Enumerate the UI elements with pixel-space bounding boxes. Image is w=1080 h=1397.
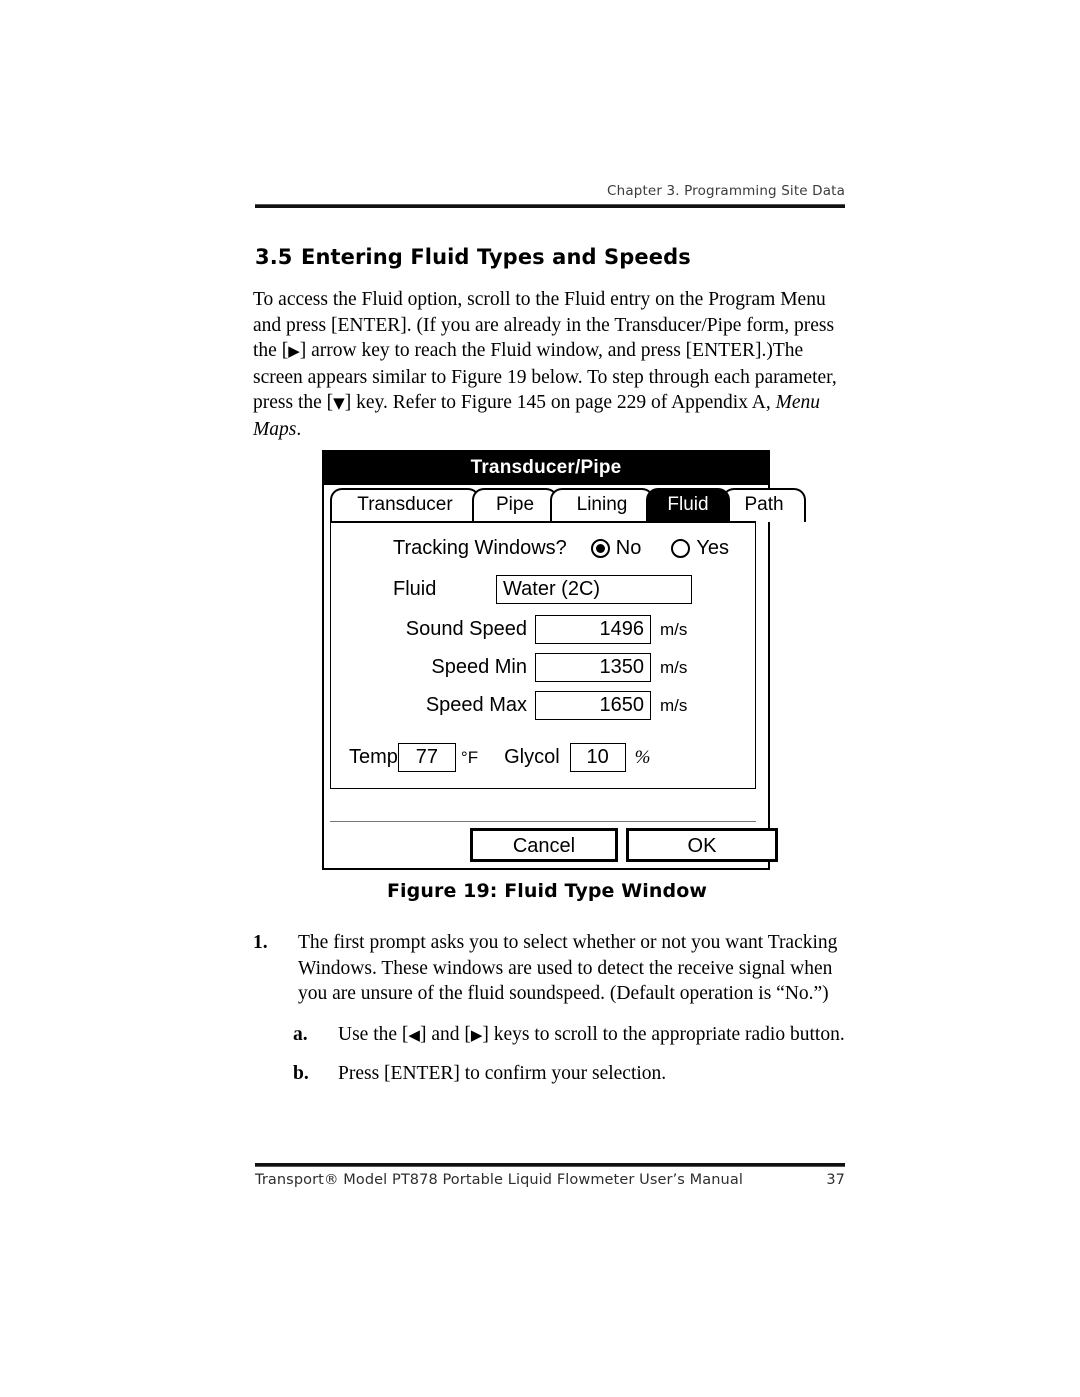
figure-caption: Figure 19: Fluid Type Window [386,880,708,902]
sound-speed-label: Sound Speed [405,618,527,640]
cancel-button[interactable]: Cancel [470,828,618,862]
speed-min-input[interactable]: 1350 [535,653,651,682]
fluid-label: Fluid [393,578,437,600]
sound-speed-row: Sound Speed 1496 m/s [361,615,687,644]
ok-button[interactable]: OK [626,828,778,862]
intro-part-3: ] key. Refer to Figure 145 on page 229 o… [344,392,776,414]
speed-max-label: Speed Max [425,694,527,716]
speed-min-unit: m/s [660,657,688,677]
radio-no-label: No [615,537,642,559]
radio-empty-icon [671,539,691,558]
tracking-windows-radio-yes[interactable]: Yes [671,537,729,560]
speed-max-unit: m/s [660,695,688,715]
tracking-windows-row: Tracking Windows? No Yes [393,537,729,560]
page-number: 37 [826,1172,845,1188]
substep-b: b. Press [ENTER] to confirm your selecti… [293,1061,853,1087]
tab-lining[interactable]: Lining [550,488,654,522]
temp-glycol-row: Temp 77 °F Glycol 10 % [349,743,651,772]
substep-a-text-before: Use the [ [338,1023,409,1045]
fluid-input[interactable]: Water (2C) [496,575,692,604]
section-heading: 3.5 Entering Fluid Types and Speeds [255,245,691,269]
figure-19: Transducer/Pipe Transducer Pipe Lining F… [322,450,806,902]
substep-a: a. Use the [ ] and [ ] keys to scroll to t… [293,1022,853,1049]
manual-title: Transport® Model PT878 Portable Liquid F… [255,1172,743,1188]
step-1: 1. The first prompt asks you to select w… [253,930,853,1007]
page-footer: Transport® Model PT878 Portable Liquid F… [255,1163,845,1188]
tab-fluid[interactable]: Fluid [646,488,730,522]
document-page: Chapter 3. Programming Site Data 3.5 Ente… [0,0,1080,1397]
arrow-right-icon-2 [471,1025,483,1045]
sound-speed-input[interactable]: 1496 [535,615,651,644]
tab-transducer[interactable]: Transducer [330,488,480,522]
sound-speed-unit: m/s [660,619,688,639]
transducer-pipe-dialog: Transducer/Pipe Transducer Pipe Lining F… [322,450,806,870]
speed-max-row: Speed Max 1650 m/s [361,691,687,720]
running-head: Chapter 3. Programming Site Data [607,183,845,199]
page-header: Chapter 3. Programming Site Data [255,183,845,208]
temp-label: Temp [349,746,398,768]
substep-a-text-middle: ] and [ [419,1023,471,1045]
fluid-row: Fluid Water (2C) [393,575,692,604]
substep-b-marker: b. [293,1063,309,1085]
arrow-down-icon [333,393,345,413]
substep-a-marker: a. [293,1023,308,1045]
tab-pipe[interactable]: Pipe [472,488,558,522]
glycol-unit: % [634,746,651,768]
arrow-right-icon [288,341,300,361]
speed-min-label: Speed Min [431,656,527,678]
footer-line: Transport® Model PT878 Portable Liquid F… [255,1172,845,1188]
dialog-spacer-strip [330,789,756,822]
speed-max-input[interactable]: 1650 [535,691,651,720]
arrow-left-icon [408,1025,420,1045]
tab-fluid-label: Fluid [667,494,709,515]
procedure-steps: 1. The first prompt asks you to select w… [253,930,853,1100]
fluid-tab-panel: Tracking Windows? No Yes Fluid Water (2C… [330,521,756,789]
radio-yes-label: Yes [696,537,729,559]
radio-filled-icon [590,539,610,558]
tracking-windows-radio-no[interactable]: No [590,537,642,560]
glycol-label: Glycol [504,746,560,768]
dialog-button-row: Cancel OK [324,822,778,868]
tab-path-label: Path [744,494,784,515]
tab-pipe-label: Pipe [495,494,535,515]
intro-paragraph: To access the Fluid option, scroll to th… [253,287,848,443]
temp-input[interactable]: 77 [397,743,456,772]
section-number: 3.5 [255,245,293,269]
header-rule [255,204,845,208]
dialog-tab-strip: Transducer Pipe Lining Fluid Path [324,485,806,522]
tab-lining-label: Lining [576,494,628,515]
step-1-marker: 1. [253,932,268,953]
footer-rule [255,1163,845,1167]
speed-min-row: Speed Min 1350 m/s [361,653,687,682]
glycol-input[interactable]: 10 [569,743,626,772]
substep-a-text-after: ] keys to scroll to the appropriate radi… [482,1023,845,1045]
intro-part-4: . [296,418,302,440]
tab-transducer-label: Transducer [357,494,453,515]
tab-path[interactable]: Path [722,488,806,522]
step-1-text: The first prompt asks you to select whet… [298,932,838,1005]
dialog-title-bar: Transducer/Pipe [324,452,768,485]
temp-unit: °F [460,747,479,767]
tracking-windows-label: Tracking Windows? [393,537,567,559]
substep-b-text: Press [ENTER] to confirm your selection. [338,1063,667,1085]
section-title: Entering Fluid Types and Speeds [301,245,691,269]
